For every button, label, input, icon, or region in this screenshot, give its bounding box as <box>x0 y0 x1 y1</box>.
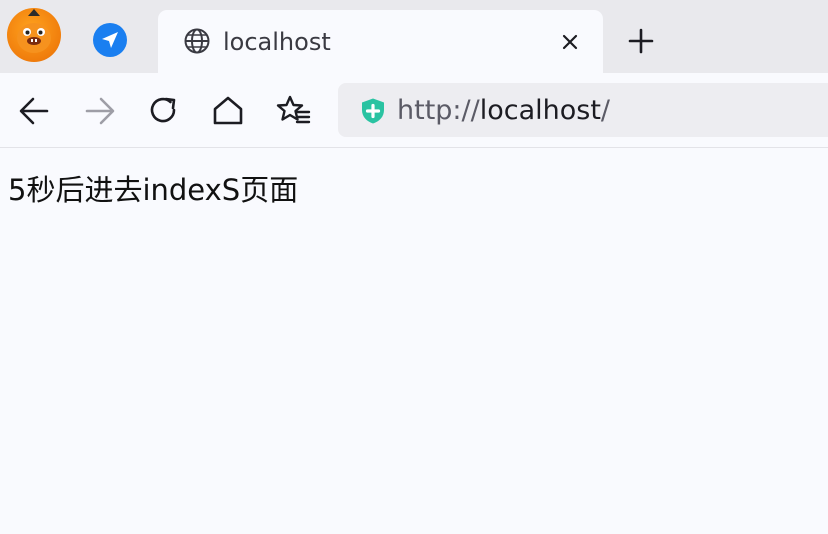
url-path: / <box>600 95 611 126</box>
url-scheme: http:// <box>397 95 480 126</box>
home-button[interactable] <box>208 91 248 131</box>
forward-button[interactable] <box>80 91 120 131</box>
plus-icon[interactable] <box>624 24 658 58</box>
reload-icon <box>150 97 176 123</box>
tab-strip: localhost <box>0 0 828 73</box>
shield-plus-icon[interactable] <box>359 97 387 125</box>
reload-button[interactable] <box>144 91 184 131</box>
tab-localhost[interactable]: localhost <box>158 10 603 73</box>
url-text: http://localhost/ <box>397 95 610 127</box>
arrow-left-icon <box>19 97 49 125</box>
arrow-right-icon <box>85 97 115 125</box>
redirect-message: 5秒后进去indexS页面 <box>8 173 299 207</box>
navigation-toolbar: http://localhost/ <box>0 73 828 148</box>
close-icon[interactable] <box>555 27 585 57</box>
tab-title: localhost <box>223 28 331 56</box>
url-host: localhost <box>479 95 601 126</box>
browser-window: localhost http://localhost/ 5秒后进去indexS页… <box>0 0 828 534</box>
fox-avatar-icon[interactable] <box>7 8 61 62</box>
page-content: 5秒后进去indexS页面 <box>0 149 828 534</box>
star-list-icon <box>276 95 311 124</box>
back-button[interactable] <box>14 91 54 131</box>
home-icon <box>213 96 243 125</box>
bookmarks-button[interactable] <box>272 91 312 131</box>
address-bar[interactable]: http://localhost/ <box>338 83 828 137</box>
paper-plane-icon[interactable] <box>93 23 127 57</box>
globe-icon <box>184 28 210 54</box>
